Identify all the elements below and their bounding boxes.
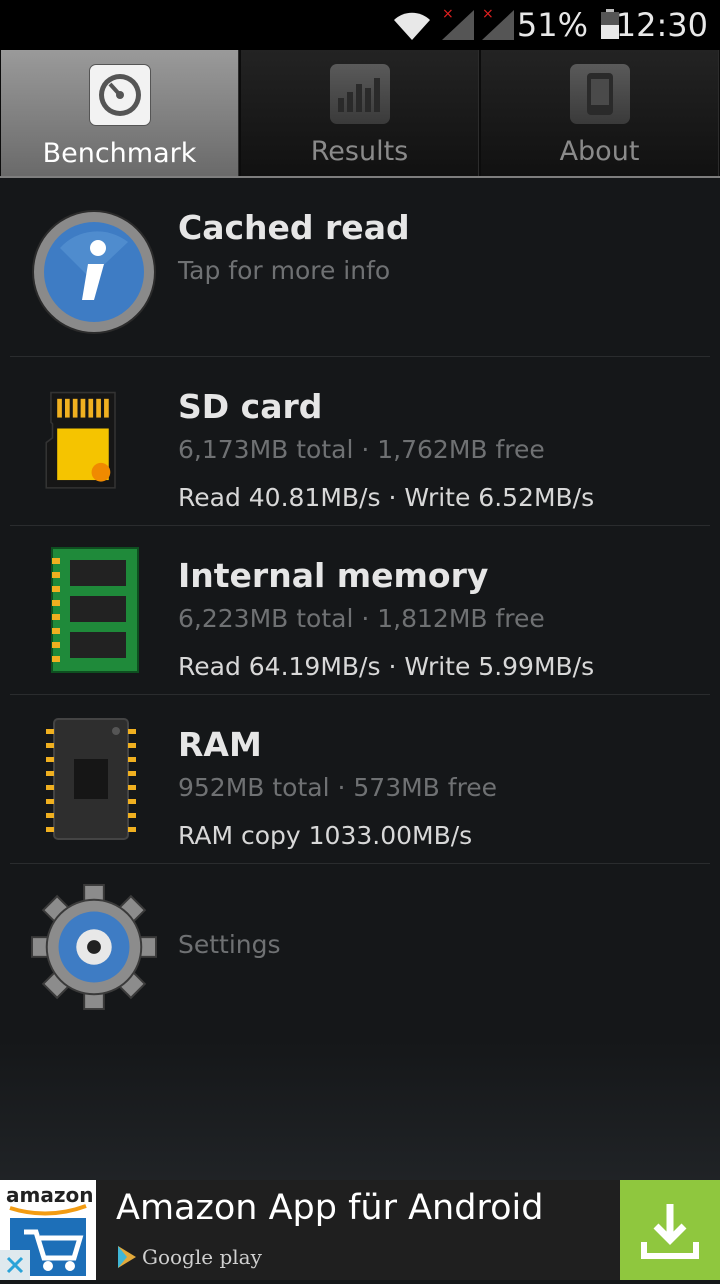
- ad-close-button[interactable]: [0, 1250, 30, 1280]
- benchmark-list: Cached read Tap for more info SD card 6,…: [0, 178, 720, 864]
- tab-label: Results: [310, 136, 409, 167]
- tab-about[interactable]: About: [481, 50, 719, 176]
- list-item-internal-memory[interactable]: Internal memory 6,223MB total · 1,812MB …: [10, 526, 710, 695]
- bar-chart-icon: [329, 64, 390, 124]
- list-item-sd-card[interactable]: SD card 6,173MB total · 1,762MB free Rea…: [10, 357, 710, 526]
- ad-title: Amazon App für Android: [116, 1188, 544, 1228]
- ram-chip-icon: [46, 718, 136, 840]
- svg-text:amazon: amazon: [6, 1183, 93, 1207]
- ad-banner[interactable]: amazon Amazon App für Android Google pla…: [0, 1180, 720, 1280]
- memory-chip-icon: [51, 547, 139, 673]
- clock: 12:30: [615, 6, 708, 44]
- info-icon: [32, 210, 156, 334]
- signal-icon: ×: [442, 6, 474, 40]
- tab-bar: Benchmark Results About: [0, 50, 720, 178]
- item-title: Internal memory: [178, 556, 489, 595]
- item-speed: RAM copy 1033.00MB/s: [178, 821, 473, 850]
- status-bar: × × 51% 12:30: [0, 0, 720, 50]
- download-icon: [641, 1204, 699, 1259]
- tab-results[interactable]: Results: [241, 50, 479, 176]
- list-item-cached-read[interactable]: Cached read Tap for more info: [10, 178, 710, 357]
- wifi-icon: [394, 12, 430, 40]
- list-item-settings[interactable]: Settings: [0, 868, 720, 1038]
- list-item-ram[interactable]: RAM 952MB total · 573MB free RAM copy 10…: [10, 695, 710, 864]
- item-title: SD card: [178, 387, 323, 426]
- phone-icon: [569, 64, 630, 124]
- svg-text:×: ×: [442, 6, 454, 22]
- tab-benchmark[interactable]: Benchmark: [1, 50, 239, 176]
- item-title: Cached read: [178, 208, 410, 247]
- battery-percent: 51%: [516, 6, 588, 44]
- speedometer-icon: [88, 64, 151, 126]
- tab-label: About: [559, 136, 640, 167]
- google-play-badge: Google play: [118, 1242, 262, 1272]
- store-label: Google play: [142, 1245, 262, 1269]
- svg-text:×: ×: [482, 6, 494, 22]
- item-subtitle: 6,173MB total · 1,762MB free: [178, 435, 545, 464]
- background-fade: [0, 1040, 720, 1180]
- download-button[interactable]: [620, 1180, 720, 1280]
- sd-card-icon: [45, 391, 116, 489]
- settings-label: Settings: [178, 930, 281, 959]
- item-title: RAM: [178, 725, 262, 764]
- signal-icon: ×: [482, 6, 514, 40]
- gear-icon: [30, 883, 158, 1011]
- close-icon: [6, 1256, 24, 1274]
- tab-label: Benchmark: [42, 138, 197, 169]
- item-subtitle: Tap for more info: [178, 256, 391, 285]
- item-speed: Read 40.81MB/s · Write 6.52MB/s: [178, 483, 595, 512]
- google-play-icon: [118, 1246, 136, 1268]
- item-subtitle: 952MB total · 573MB free: [178, 773, 498, 802]
- item-subtitle: 6,223MB total · 1,812MB free: [178, 604, 545, 633]
- item-speed: Read 64.19MB/s · Write 5.99MB/s: [178, 652, 595, 681]
